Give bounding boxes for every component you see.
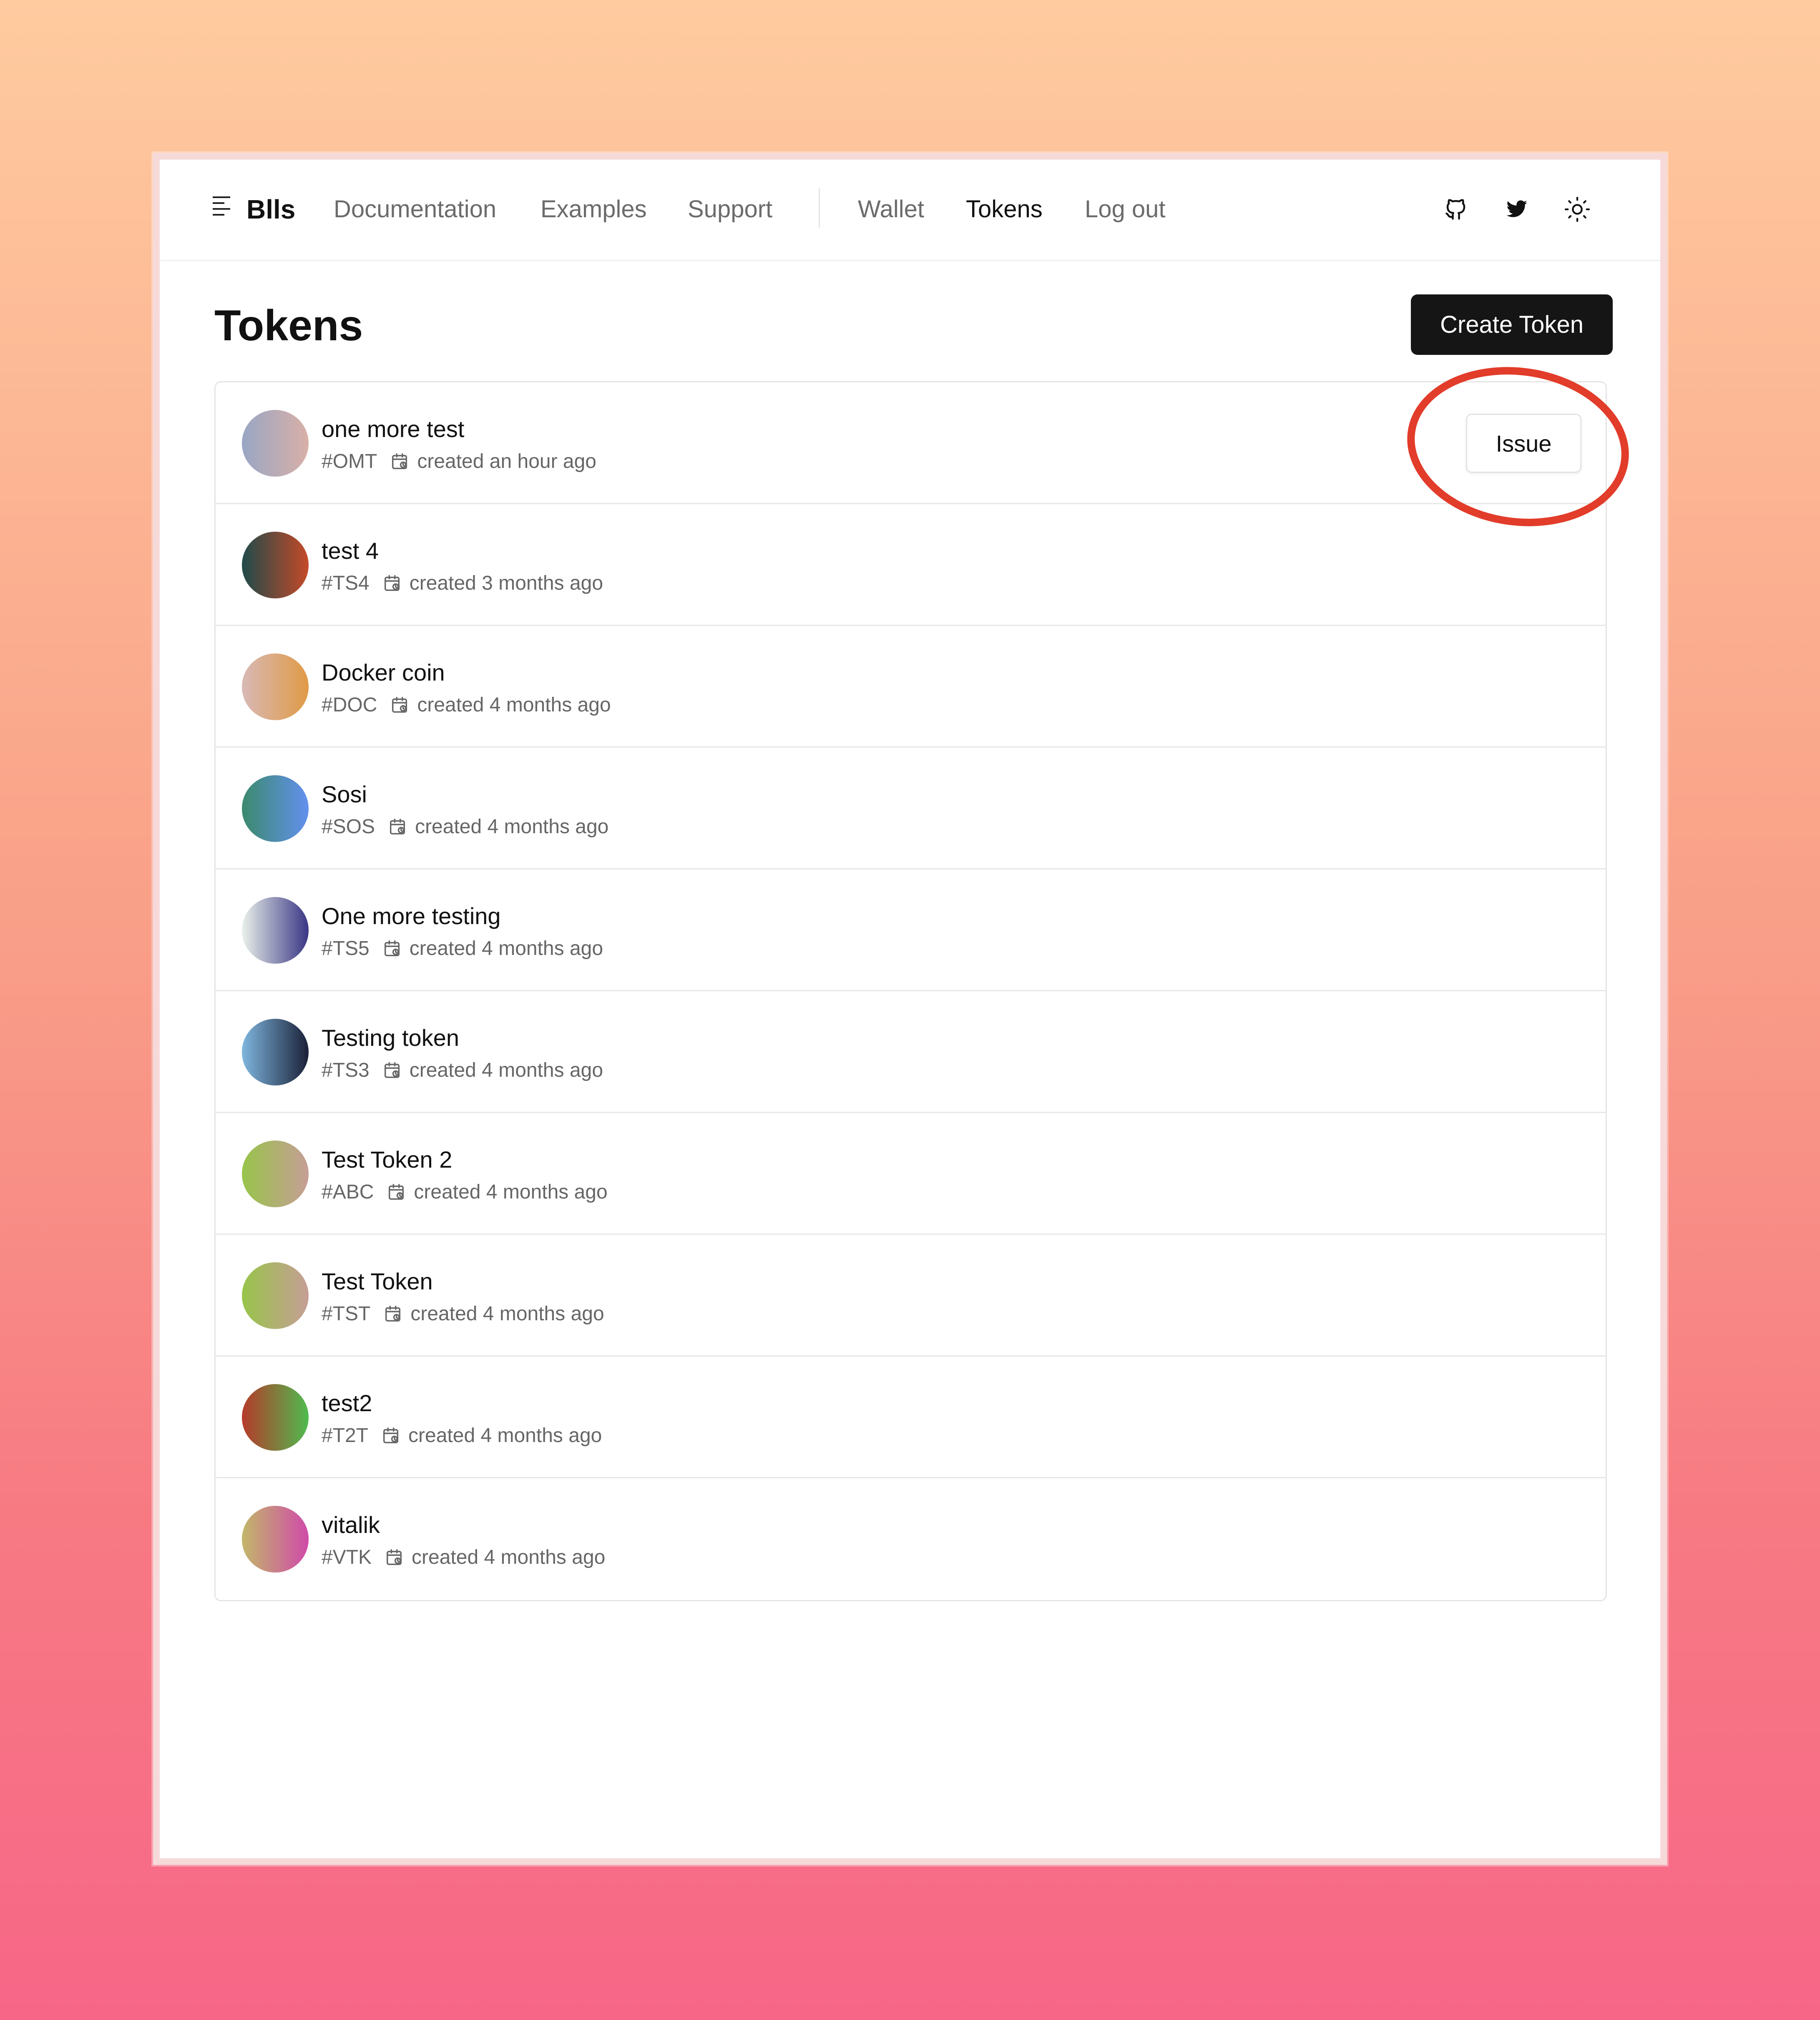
token-row[interactable]: Test Token 2 #ABC created 4 months ago <box>216 1113 1606 1235</box>
calendar-icon <box>385 1306 401 1322</box>
calendar-icon <box>390 819 405 835</box>
calendar-icon <box>392 453 407 470</box>
token-name: Docker coin <box>322 659 445 686</box>
token-avatar <box>242 1141 309 1207</box>
token-symbol: #OMT <box>322 450 377 472</box>
github-icon[interactable] <box>1440 194 1471 225</box>
token-created: created 3 months ago <box>409 572 603 594</box>
token-created: created an hour ago <box>417 450 596 472</box>
token-created: created 4 months ago <box>414 1181 608 1203</box>
token-row[interactable]: test 4 #TS4 created 3 months ago <box>216 504 1606 626</box>
token-avatar <box>242 1384 309 1451</box>
calendar-icon <box>392 697 407 713</box>
create-token-button[interactable]: Create Token <box>1411 294 1613 355</box>
token-symbol: #VTK <box>322 1546 372 1568</box>
calendar-icon <box>387 1549 402 1565</box>
token-created: created 4 months ago <box>412 1546 606 1568</box>
token-created: created 4 months ago <box>410 1303 604 1325</box>
token-avatar <box>242 532 309 598</box>
token-name: test 4 <box>322 538 379 564</box>
token-name: Test Token 2 <box>322 1146 452 1173</box>
calendar-icon <box>384 940 400 957</box>
nav-link-wallet[interactable]: Wallet <box>858 194 924 225</box>
calendar-icon <box>384 575 400 591</box>
token-name: Test Token <box>322 1268 433 1294</box>
token-meta: #VTK created 4 months ago <box>322 1545 605 1570</box>
token-avatar <box>242 1019 309 1085</box>
token-meta: #TST created 4 months ago <box>322 1301 604 1327</box>
token-row[interactable]: Test Token #TST created 4 months ago <box>216 1235 1606 1357</box>
token-symbol: #TST <box>322 1303 371 1325</box>
twitter-icon[interactable] <box>1501 194 1532 225</box>
token-meta: #ABC created 4 months ago <box>322 1180 608 1205</box>
nav-link-tokens[interactable]: Tokens <box>966 194 1043 225</box>
token-name: Testing token <box>322 1025 459 1051</box>
token-meta: #DOC created 4 months ago <box>322 693 611 718</box>
token-row[interactable]: test2 #T2T created 4 months ago <box>216 1357 1606 1478</box>
token-created: created 4 months ago <box>417 694 611 716</box>
sun-icon[interactable] <box>1562 194 1593 225</box>
token-avatar <box>242 1262 309 1329</box>
token-symbol: #TS3 <box>322 1059 370 1081</box>
top-navbar: Blls Documentation Examples Support Wall… <box>160 160 1660 261</box>
menu-icon[interactable] <box>212 194 234 219</box>
token-name: One more testing <box>322 903 501 929</box>
token-avatar <box>242 775 309 842</box>
token-row[interactable]: Sosi #SOS created 4 months ago <box>216 748 1606 869</box>
token-meta: #TS5 created 4 months ago <box>322 936 603 961</box>
token-symbol: #TS5 <box>322 937 370 960</box>
token-row[interactable]: one more test #OMT created an hour ago I… <box>216 382 1606 504</box>
token-avatar <box>242 1506 309 1573</box>
token-avatar <box>242 897 309 964</box>
issue-button[interactable]: Issue <box>1466 414 1581 473</box>
nav-link-examples[interactable]: Examples <box>540 194 647 225</box>
nav-link-logout[interactable]: Log out <box>1085 194 1166 225</box>
token-name: one more test <box>322 416 465 442</box>
token-symbol: #TS4 <box>322 572 370 594</box>
token-row[interactable]: vitalik #VTK created 4 months ago <box>216 1478 1606 1600</box>
calendar-icon <box>389 1184 404 1200</box>
calendar-icon <box>383 1427 399 1444</box>
token-row[interactable]: One more testing #TS5 created 4 months a… <box>216 869 1606 991</box>
token-name: test2 <box>322 1390 372 1416</box>
nav-divider <box>819 188 820 228</box>
token-meta: #OMT created an hour ago <box>322 449 596 474</box>
token-symbol: #SOS <box>322 816 375 838</box>
nav-link-documentation[interactable]: Documentation <box>334 194 496 225</box>
nav-link-support[interactable]: Support <box>688 194 772 225</box>
token-meta: #T2T created 4 months ago <box>322 1423 602 1448</box>
token-row[interactable]: Docker coin #DOC created 4 months ago <box>216 626 1606 748</box>
token-symbol: #ABC <box>322 1181 374 1203</box>
token-symbol: #T2T <box>322 1425 369 1447</box>
page-title: Tokens <box>214 301 363 350</box>
token-created: created 4 months ago <box>408 1425 602 1447</box>
token-created: created 4 months ago <box>415 816 609 838</box>
brand-logo[interactable]: Blls <box>246 194 295 225</box>
token-name: Sosi <box>322 781 367 807</box>
token-meta: #TS3 created 4 months ago <box>322 1058 603 1083</box>
token-meta: #TS4 created 3 months ago <box>322 571 603 596</box>
app-window: Blls Documentation Examples Support Wall… <box>153 153 1667 1865</box>
token-avatar <box>242 410 309 477</box>
calendar-icon <box>384 1062 400 1078</box>
token-meta: #SOS created 4 months ago <box>322 814 608 839</box>
token-row[interactable]: Testing token #TS3 created 4 months ago <box>216 991 1606 1113</box>
token-created: created 4 months ago <box>409 937 603 960</box>
token-avatar <box>242 653 309 720</box>
token-name: vitalik <box>322 1512 380 1538</box>
token-symbol: #DOC <box>322 694 377 716</box>
token-created: created 4 months ago <box>409 1059 603 1081</box>
token-list: one more test #OMT created an hour ago I… <box>214 381 1607 1601</box>
